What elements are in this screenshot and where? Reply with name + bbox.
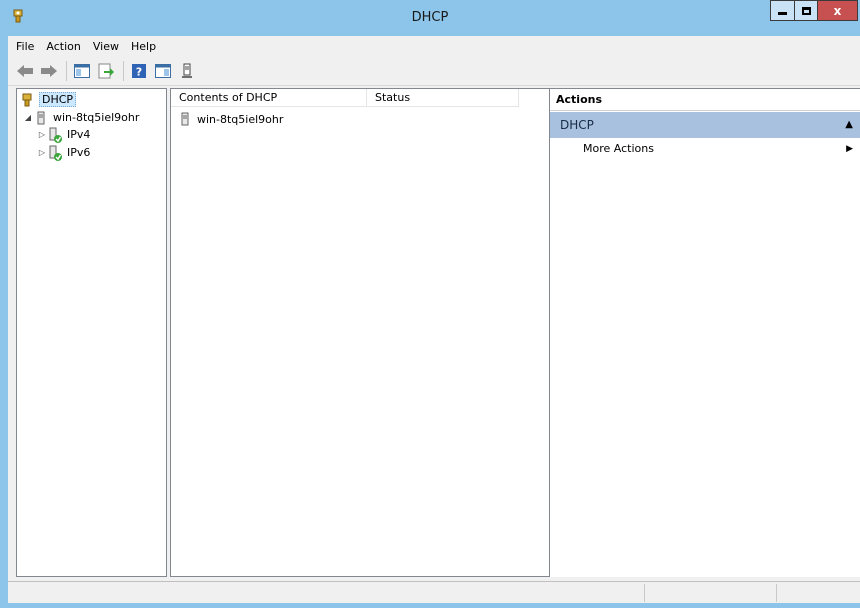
server-icon bbox=[33, 110, 49, 126]
actions-section-dhcp[interactable]: DHCP ▲ bbox=[550, 112, 860, 138]
list-header: Contents of DHCP Status bbox=[171, 89, 519, 107]
minimize-button[interactable] bbox=[770, 0, 794, 21]
list-item[interactable]: win-8tq5iel9ohr bbox=[177, 111, 283, 127]
svg-text:?: ? bbox=[136, 65, 142, 78]
toolbar-separator bbox=[66, 60, 67, 81]
help-icon: ? bbox=[132, 63, 146, 78]
server-icon bbox=[177, 111, 193, 127]
more-actions-item[interactable]: More Actions ▶ bbox=[550, 139, 860, 159]
more-actions-label: More Actions bbox=[583, 142, 654, 155]
export-list-icon bbox=[98, 63, 114, 78]
back-arrow-icon bbox=[17, 64, 33, 77]
show-hide-console-tree-button[interactable] bbox=[71, 60, 93, 82]
server-status-button[interactable] bbox=[176, 60, 198, 82]
tree-server-label: win-8tq5iel9ohr bbox=[53, 111, 140, 124]
ipv6-server-icon bbox=[47, 145, 63, 161]
collapse-up-icon[interactable]: ▲ bbox=[845, 112, 853, 138]
expand-icon[interactable]: ▷ bbox=[37, 148, 47, 157]
tree-ipv6-label: IPv6 bbox=[67, 146, 91, 159]
help-button[interactable]: ? bbox=[128, 60, 150, 82]
column-header-contents[interactable]: Contents of DHCP bbox=[171, 89, 367, 107]
menu-action[interactable]: Action bbox=[40, 40, 86, 53]
dhcp-icon bbox=[19, 92, 35, 108]
tree-item-server[interactable]: ◢ win-8tq5iel9ohr bbox=[23, 109, 139, 126]
content-area: DHCP ◢ win-8tq5iel9ohr ▷ IPv4 ▷ IPv6 Con… bbox=[8, 86, 860, 581]
tree-ipv4-label: IPv4 bbox=[67, 128, 91, 141]
ipv4-server-icon bbox=[47, 127, 63, 143]
expand-icon[interactable]: ▷ bbox=[37, 130, 47, 139]
close-icon: x bbox=[833, 3, 842, 18]
status-bar-divider bbox=[644, 584, 645, 602]
maximize-icon bbox=[801, 6, 811, 15]
tree-item-dhcp[interactable]: DHCP bbox=[19, 91, 77, 108]
tree-root-label: DHCP bbox=[39, 92, 77, 107]
actions-header: Actions bbox=[550, 89, 860, 111]
back-button[interactable] bbox=[14, 60, 36, 82]
console-tree[interactable]: DHCP ◢ win-8tq5iel9ohr ▷ IPv4 ▷ IPv6 bbox=[16, 88, 167, 577]
collapse-icon[interactable]: ◢ bbox=[23, 113, 33, 122]
actions-pane: Actions DHCP ▲ More Actions ▶ bbox=[549, 88, 860, 577]
window-title: DHCP bbox=[411, 10, 449, 25]
toolbar: ? bbox=[8, 56, 860, 86]
forward-button[interactable] bbox=[38, 60, 60, 82]
menu-file[interactable]: File bbox=[10, 40, 40, 53]
submenu-arrow-icon: ▶ bbox=[846, 144, 853, 154]
maximize-button[interactable] bbox=[794, 0, 818, 21]
console-tree-icon bbox=[74, 63, 90, 78]
results-list[interactable]: Contents of DHCP Status win-8tq5iel9ohr bbox=[170, 88, 552, 577]
tree-item-ipv4[interactable]: ▷ IPv4 bbox=[37, 126, 90, 143]
minimize-icon bbox=[778, 12, 787, 15]
status-bar-divider bbox=[776, 584, 777, 602]
forward-arrow-icon bbox=[41, 64, 57, 77]
dhcp-window: DHCP x File Action View Help ? DHCP ◢ wi… bbox=[0, 0, 860, 608]
status-bar bbox=[8, 581, 860, 603]
column-header-status[interactable]: Status bbox=[367, 89, 519, 107]
action-pane-icon bbox=[155, 63, 171, 78]
title-bar[interactable]: DHCP x bbox=[0, 0, 860, 36]
toolbar-separator bbox=[123, 60, 124, 81]
list-item-name: win-8tq5iel9ohr bbox=[197, 112, 284, 126]
show-hide-action-pane-button[interactable] bbox=[152, 60, 174, 82]
close-button[interactable]: x bbox=[818, 0, 858, 21]
server-icon bbox=[182, 63, 192, 78]
actions-section-label: DHCP bbox=[560, 118, 594, 132]
menu-bar: File Action View Help bbox=[8, 36, 860, 56]
menu-help[interactable]: Help bbox=[125, 40, 162, 53]
menu-view[interactable]: View bbox=[87, 40, 125, 53]
export-list-button[interactable] bbox=[95, 60, 117, 82]
tree-item-ipv6[interactable]: ▷ IPv6 bbox=[37, 144, 90, 161]
